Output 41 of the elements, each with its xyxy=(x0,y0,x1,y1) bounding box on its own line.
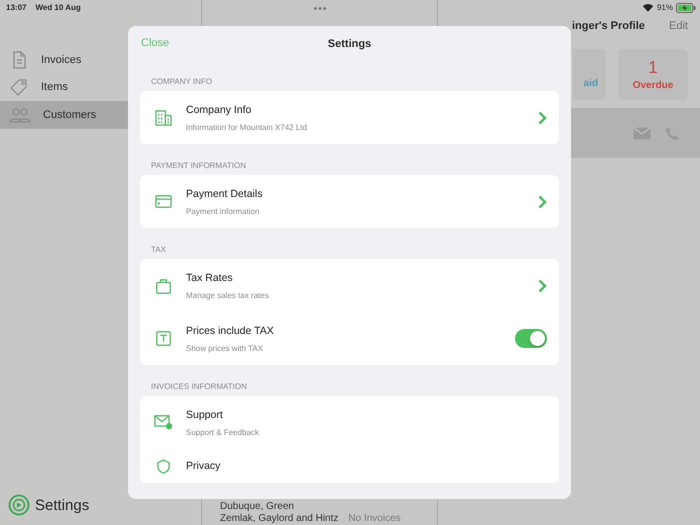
wifi-icon xyxy=(642,3,654,12)
building-icon xyxy=(154,109,173,126)
section-header: COMPANY INFO xyxy=(150,76,214,88)
row-subtitle: Manage sales tax rates xyxy=(186,290,270,300)
status-time: 13:07 xyxy=(6,3,26,14)
credit-card-icon xyxy=(154,195,173,208)
section-header: TAX xyxy=(150,244,167,256)
stat-label: aid xyxy=(584,78,598,89)
settings-button[interactable]: Settings xyxy=(8,494,90,516)
text-box-icon xyxy=(154,331,173,346)
customer-name: Zemlak, Gaylord and Hintz xyxy=(220,513,338,524)
status-date: Wed 10 Aug xyxy=(35,3,81,14)
section-header: INVOICES INFORMATION xyxy=(150,381,248,393)
row-title[interactable]: Payment Details xyxy=(186,188,529,200)
row-subtitle: Show prices with TAX xyxy=(186,344,264,352)
bag-icon xyxy=(154,278,173,294)
tag-icon xyxy=(9,77,29,98)
toggle-switch[interactable] xyxy=(515,329,547,348)
profile-title: inger's Profile xyxy=(572,20,645,32)
chevron-icon[interactable] xyxy=(538,110,547,124)
drag-handle[interactable] xyxy=(312,7,326,10)
row-title[interactable]: Prices include TAX xyxy=(186,324,506,336)
customer-name: Dubuque, Green xyxy=(220,501,294,512)
envelope-icon xyxy=(154,415,173,430)
battery-percent: 91% xyxy=(656,3,673,12)
stat-label: Overdue xyxy=(632,80,674,91)
phone-icon[interactable] xyxy=(665,126,680,140)
section-header: PAYMENT INFORMATION xyxy=(150,160,247,172)
row-title[interactable]: Support xyxy=(186,408,547,420)
chevron-icon[interactable] xyxy=(538,194,547,208)
row-subtitle: Support & Feedback xyxy=(186,428,260,436)
invoice-status: No Invoices xyxy=(348,513,401,524)
row-title[interactable]: Privacy xyxy=(186,460,547,472)
chevron-icon[interactable] xyxy=(538,278,547,292)
modal-title: Settings xyxy=(328,38,372,50)
stat-value: 1 xyxy=(648,58,658,78)
row-title[interactable]: Tax Rates xyxy=(186,272,529,284)
row-subtitle: Payment information xyxy=(186,206,260,216)
mail-icon[interactable] xyxy=(633,126,651,140)
sidebar-item[interactable]: Invoices xyxy=(0,46,201,74)
battery-icon xyxy=(676,2,696,12)
